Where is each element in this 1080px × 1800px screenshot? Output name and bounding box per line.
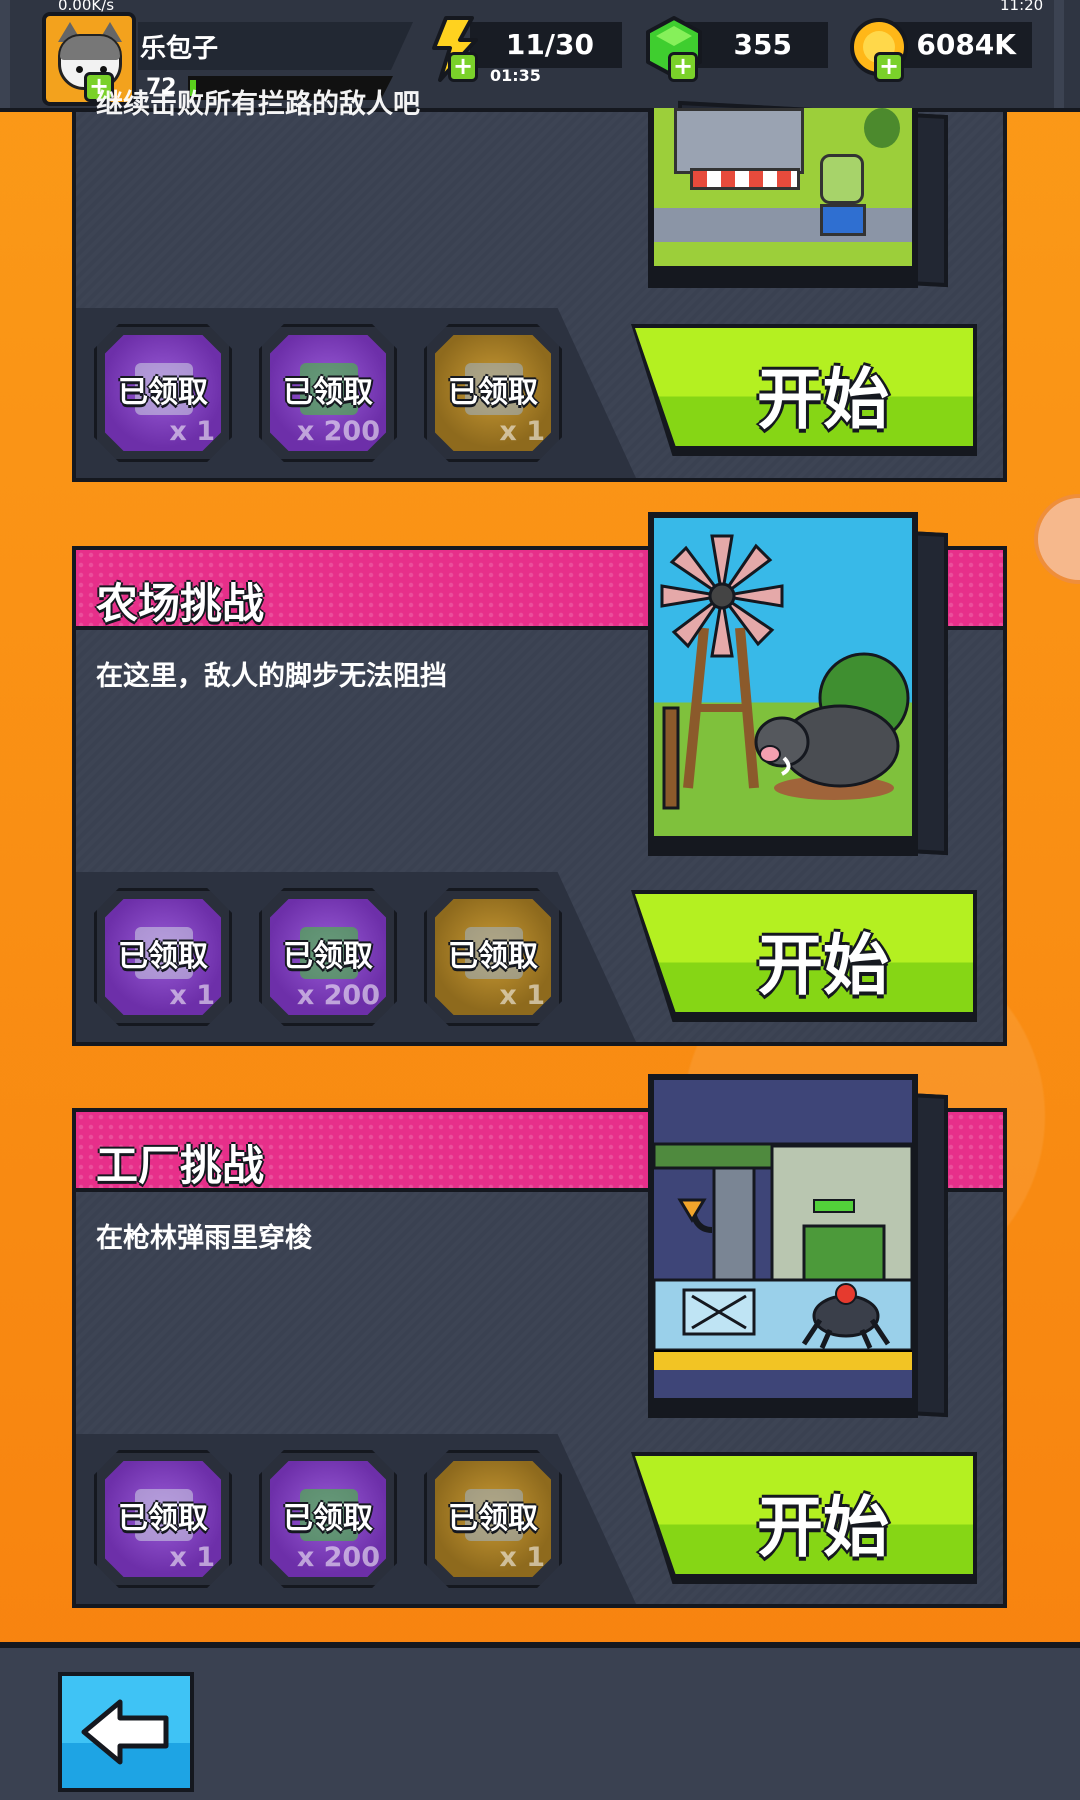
claimed-label: 已领取 xyxy=(118,939,208,974)
shop-awning xyxy=(690,168,800,190)
reward-slot[interactable]: 已领取 x 1 xyxy=(424,324,562,462)
challenge-description: 在这里，敌人的脚步无法阻挡 xyxy=(96,661,447,692)
hud-right-edge xyxy=(1054,0,1064,108)
hud-left-edge xyxy=(0,0,10,108)
reward-slot[interactable]: 已领取 x 1 xyxy=(94,324,232,462)
reward-slot[interactable]: 已领取 x 1 xyxy=(94,888,232,1026)
reward-slot[interactable]: 已领取 x 200 xyxy=(259,888,397,1026)
challenge-card-factory: 工厂挑战 在枪林弹雨里穿梭 已领取 x 1 已领取 x 200 已领取 x 1 … xyxy=(72,1074,1007,1608)
claimed-label: 已领取 xyxy=(118,375,208,410)
reward-quantity: x 200 xyxy=(296,980,380,1011)
art-frame xyxy=(648,512,918,856)
challenge-card-farm: 农场挑战 在这里，敌人的脚步无法阻挡 已领取 x 1 已领取 x 200 已领取… xyxy=(72,512,1007,1046)
reward-shelf: 已领取 x 1 已领取 x 200 已领取 x 1 xyxy=(76,308,636,478)
reward-shelf: 已领取 x 1 已领取 x 200 已领取 x 1 xyxy=(76,1434,636,1604)
reward-quantity: x 200 xyxy=(296,416,380,447)
claimed-label: 已领取 xyxy=(448,1501,538,1536)
art-scene xyxy=(654,1080,912,1398)
back-arrow-icon xyxy=(81,1699,169,1765)
reward-shelf: 已领取 x 1 已领取 x 200 已领取 x 1 xyxy=(76,872,636,1042)
reward-quantity: x 1 xyxy=(499,980,545,1011)
street xyxy=(654,208,912,242)
shop-building xyxy=(674,108,804,174)
energy-value: 11/30 xyxy=(505,28,594,61)
start-button-label: 开始 xyxy=(757,927,889,1004)
challenge-card-city: 继续击败所有拦路的敌人吧 已领取 x 1 已领取 x 200 已领取 x 1 开… xyxy=(72,89,1007,482)
clock: 11:20 xyxy=(1000,0,1044,14)
factory-illustration xyxy=(654,1142,912,1370)
reward-slot[interactable]: 已领取 x 1 xyxy=(424,1450,562,1588)
gem-plus-icon[interactable]: + xyxy=(668,52,698,82)
start-button-label: 开始 xyxy=(757,1489,889,1566)
claimed-label: 已领取 xyxy=(283,375,373,410)
cat-eye-left xyxy=(76,66,83,73)
art-frame xyxy=(648,1074,918,1418)
claimed-label: 已领取 xyxy=(283,1501,373,1536)
reward-quantity: x 1 xyxy=(169,416,215,447)
reward-slot[interactable]: 已领取 x 200 xyxy=(259,1450,397,1588)
claimed-label: 已领取 xyxy=(448,375,538,410)
claimed-label: 已领取 xyxy=(283,939,373,974)
side-floating-button[interactable] xyxy=(1034,494,1080,584)
reward-quantity: x 1 xyxy=(169,1542,215,1573)
back-button[interactable] xyxy=(58,1672,194,1792)
start-button[interactable]: 开始 xyxy=(631,324,977,456)
art-scene xyxy=(654,108,912,266)
energy-timer: 01:35 xyxy=(490,66,541,85)
cat-patch xyxy=(60,36,120,60)
art-scene xyxy=(654,518,912,836)
zombie-head xyxy=(820,154,864,204)
reward-slot[interactable]: 已领取 x 1 xyxy=(424,888,562,1026)
challenge-description: 在枪林弹雨里穿梭 xyxy=(96,1223,312,1254)
reward-quantity: x 200 xyxy=(296,1542,380,1573)
player-name: 乐包子 xyxy=(140,34,219,64)
reward-quantity: x 1 xyxy=(499,416,545,447)
bottom-bar xyxy=(0,1642,1080,1800)
coin-value: 6084K xyxy=(916,28,1016,61)
hazard-stripe xyxy=(654,1352,912,1370)
reward-slot[interactable]: 已领取 x 1 xyxy=(94,1450,232,1588)
challenge-title: 农场挑战 xyxy=(96,579,265,628)
claimed-label: 已领取 xyxy=(118,1501,208,1536)
challenge-title: 工厂挑战 xyxy=(96,1141,265,1190)
claimed-label: 已领取 xyxy=(448,939,538,974)
art-frame xyxy=(648,108,918,288)
challenge-description: 继续击败所有拦路的敌人吧 xyxy=(96,89,420,120)
reward-quantity: x 1 xyxy=(169,980,215,1011)
start-button-label: 开始 xyxy=(757,361,889,438)
windmill-boar-illustration xyxy=(660,534,910,810)
start-button[interactable]: 开始 xyxy=(631,1452,977,1584)
energy-plus-icon[interactable]: + xyxy=(448,52,478,82)
start-button[interactable]: 开始 xyxy=(631,890,977,1022)
reward-quantity: x 1 xyxy=(499,1542,545,1573)
tree xyxy=(864,108,900,148)
gem-value: 355 xyxy=(733,28,792,61)
reward-slot[interactable]: 已领取 x 200 xyxy=(259,324,397,462)
coin-plus-icon[interactable]: + xyxy=(874,52,904,82)
zombie-body xyxy=(820,204,866,236)
